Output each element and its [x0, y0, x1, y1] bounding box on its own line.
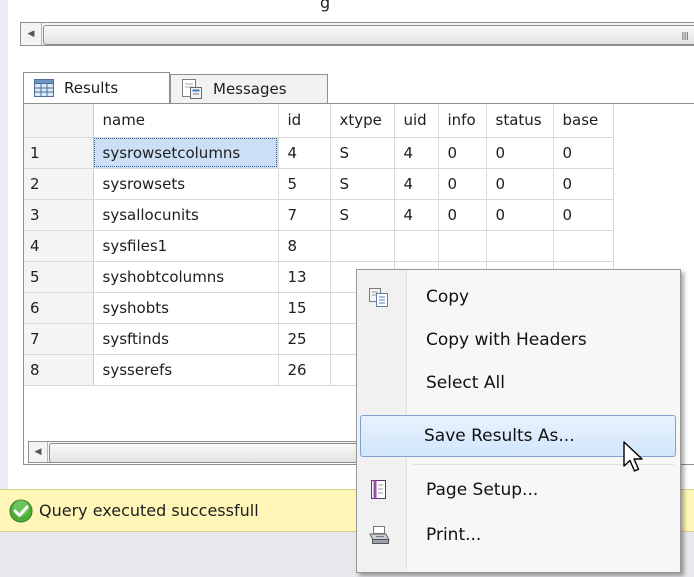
cell-base[interactable]: 0 [553, 199, 614, 231]
cell-id[interactable]: 26 [278, 354, 331, 386]
cell-info[interactable]: 0 [438, 199, 487, 231]
row-number[interactable]: 7 [24, 323, 94, 355]
tab-results[interactable]: Results [23, 72, 170, 103]
cell-id[interactable]: 15 [278, 292, 331, 324]
top-horizontal-scrollbar[interactable]: ◀ III [20, 22, 694, 46]
cell-id[interactable]: 5 [278, 168, 331, 200]
cell-xtype[interactable] [330, 230, 395, 262]
table-row[interactable]: 1 sysrowsetcolumns 4 S 4 0 0 0 [24, 137, 614, 169]
menu-item-label: Select All [426, 373, 505, 393]
cell-name[interactable]: sysrowsets [93, 168, 279, 200]
cell-uid[interactable]: 4 [394, 199, 439, 231]
scroll-left-arrow-icon[interactable]: ◀ [21, 23, 42, 45]
table-row[interactable]: 2 sysrowsets 5 S 4 0 0 0 [24, 168, 614, 200]
menu-item-label: Copy with Headers [426, 330, 587, 350]
cell-name[interactable]: sysftinds [93, 323, 279, 355]
tab-results-label: Results [64, 79, 119, 97]
cell-id[interactable]: 25 [278, 323, 331, 355]
row-number[interactable]: 4 [24, 230, 94, 262]
cell-xtype[interactable]: S [330, 199, 395, 231]
cell-id[interactable]: 4 [278, 137, 331, 169]
top-caption-fragment: g [320, 0, 331, 12]
cell-xtype[interactable]: S [330, 137, 395, 169]
cell-name[interactable]: sysallocunits [93, 199, 279, 231]
menu-item-label: Save Results As... [424, 426, 575, 446]
copy-icon [368, 286, 390, 308]
menu-item-copy-with-headers[interactable]: Copy with Headers [360, 319, 676, 361]
menu-item-select-all[interactable]: Select All [360, 362, 676, 404]
header-base[interactable]: base [553, 104, 614, 138]
scrollbar-thumb[interactable]: III [43, 25, 694, 45]
menu-item-print[interactable]: Print... [360, 514, 676, 556]
cell-uid[interactable]: 4 [394, 137, 439, 169]
status-text: Query executed successfull [39, 501, 259, 520]
mouse-pointer-icon [622, 441, 646, 479]
cell-xtype[interactable]: S [330, 168, 395, 200]
tab-messages[interactable]: Messages [170, 74, 328, 103]
header-rownum[interactable] [24, 104, 94, 138]
cell-info[interactable]: 0 [438, 168, 487, 200]
cell-status[interactable] [486, 230, 554, 262]
header-xtype[interactable]: xtype [330, 104, 395, 138]
cell-status[interactable]: 0 [486, 199, 554, 231]
table-row[interactable]: 4 sysfiles1 8 [24, 230, 614, 262]
cell-info[interactable]: 0 [438, 137, 487, 169]
cell-name[interactable]: syshobtcolumns [93, 261, 279, 293]
cell-name[interactable]: sysserefs [93, 354, 279, 386]
header-row: name id xtype uid info status base [24, 104, 614, 138]
cell-id[interactable]: 7 [278, 199, 331, 231]
tab-messages-label: Messages [213, 80, 287, 98]
cell-uid[interactable] [394, 230, 439, 262]
cell-base[interactable] [553, 230, 614, 262]
cell-id[interactable]: 13 [278, 261, 331, 293]
cell-id[interactable]: 8 [278, 230, 331, 262]
menu-item-label: Page Setup... [426, 480, 539, 500]
printer-icon [368, 524, 390, 546]
cell-uid[interactable]: 4 [394, 168, 439, 200]
row-number[interactable]: 6 [24, 292, 94, 324]
context-menu: Copy Copy with Headers Select All Save R… [356, 269, 681, 573]
header-status[interactable]: status [486, 104, 554, 138]
cell-info[interactable] [438, 230, 487, 262]
row-number[interactable]: 5 [24, 261, 94, 293]
scroll-left-arrow-icon[interactable]: ◀ [29, 442, 48, 462]
check-circle-icon [9, 499, 33, 523]
table-row[interactable]: 3 sysallocunits 7 S 4 0 0 0 [24, 199, 614, 231]
menu-item-copy[interactable]: Copy [360, 276, 676, 318]
header-name[interactable]: name [93, 104, 279, 138]
grid-horizontal-scrollbar[interactable]: ◀ [28, 441, 368, 463]
cell-status[interactable]: 0 [486, 137, 554, 169]
cell-name[interactable]: syshobts [93, 292, 279, 324]
row-number[interactable]: 3 [24, 199, 94, 231]
messages-icon [181, 78, 203, 100]
cell-name[interactable]: sysrowsetcolumns [93, 137, 279, 169]
menu-item-label: Copy [426, 287, 470, 307]
menu-item-label: Print... [426, 525, 482, 545]
cell-base[interactable]: 0 [553, 137, 614, 169]
row-number[interactable]: 2 [24, 168, 94, 200]
scrollbar-thumb[interactable] [49, 443, 367, 463]
cell-name[interactable]: sysfiles1 [93, 230, 279, 262]
cell-base[interactable]: 0 [553, 168, 614, 200]
row-number[interactable]: 8 [24, 354, 94, 386]
header-info[interactable]: info [438, 104, 487, 138]
row-number[interactable]: 1 [24, 137, 94, 169]
scrollbar-grip: III [681, 30, 689, 43]
header-uid[interactable]: uid [394, 104, 439, 138]
grid-icon [34, 79, 54, 97]
header-id[interactable]: id [278, 104, 331, 138]
page-setup-icon [368, 479, 390, 501]
cell-status[interactable]: 0 [486, 168, 554, 200]
